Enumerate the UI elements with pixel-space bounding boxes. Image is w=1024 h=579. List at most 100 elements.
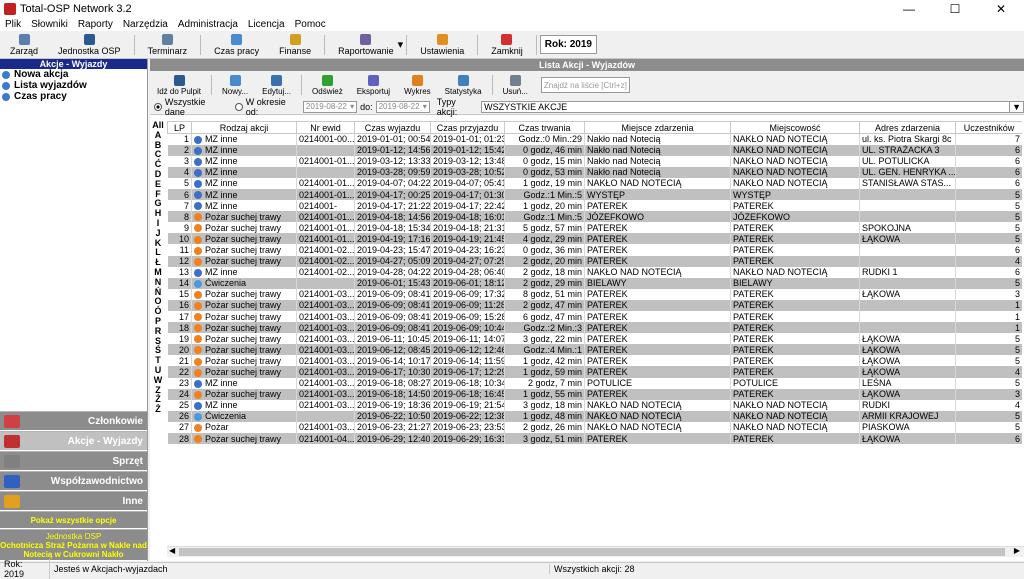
minimize-button[interactable]: — xyxy=(886,0,932,17)
cell-uczestnikow: 4 xyxy=(955,366,1022,378)
list-nowy-button[interactable]: Nowy... xyxy=(215,72,255,98)
column-header-nr-ewid[interactable]: Nr ewid xyxy=(296,121,355,134)
search-input[interactable]: Znajdź na liście [Ctrl+z] xyxy=(540,77,630,93)
table-row[interactable]: 20 Pożar suchej trawy 0214001-03... 2019-06… xyxy=(167,344,1022,356)
cell-miejsce-zdarzenia: PATEREK xyxy=(584,322,731,334)
toolbar-terminarz-button[interactable]: Terminarz xyxy=(138,32,198,58)
list-idz-do-pulpit-icon xyxy=(173,74,185,86)
cell-miejsce-zdarzenia: NAKŁO NAD NOTECIĄ xyxy=(584,177,731,189)
toolbar-finanse-button[interactable]: Finanse xyxy=(269,32,321,58)
toolbar-label: Finanse xyxy=(279,45,312,56)
table-row[interactable]: 25 MZ inne 0214001-03... 2019-06-19; 18:36 2… xyxy=(167,399,1022,411)
toolbar-zarzad-button[interactable]: Zarząd xyxy=(0,32,48,58)
left-item-nowa-akcja[interactable]: Nowa akcja xyxy=(0,69,147,80)
table-row[interactable]: 9 Pożar suchej trawy 0214001-01... 2019-04-… xyxy=(167,222,1022,234)
cell-miejscowosc: PATEREK xyxy=(730,299,860,311)
cell-lp: 17 xyxy=(167,311,192,323)
cell-czas-wyjazdu: 2019-06-17; 10:30 xyxy=(354,366,431,378)
all-data-radio[interactable] xyxy=(154,102,162,111)
table-row[interactable]: 26 Ćwiczenia 2019-06-22; 10:50 2019-06-22; … xyxy=(167,410,1022,422)
cell-adres-zdarzenia: ŁĄKOWA xyxy=(859,366,956,378)
column-header-miejsce-zdarzenia[interactable]: Miejsce zdarzenia xyxy=(584,121,731,134)
scroll-left-icon[interactable]: ◀ xyxy=(169,546,175,555)
list-usun-button[interactable]: Usuń... xyxy=(496,72,535,98)
table-row[interactable]: 18 Pożar suchej trawy 0214001-03... 2019-06… xyxy=(167,322,1022,334)
date-from-input[interactable]: 2019-08-22 ▾ xyxy=(302,100,358,113)
show-all-options-link[interactable]: Pokaż wszystkie opcje xyxy=(0,511,147,528)
column-header-uczestnikow[interactable]: Uczestników xyxy=(955,121,1022,134)
column-header-adres-zdarzenia[interactable]: Adres zdarzenia xyxy=(859,121,956,134)
column-header-czas-trwania[interactable]: Czas trwania xyxy=(504,121,585,134)
column-header-lp[interactable]: LP xyxy=(167,121,192,134)
list-idz-do-pulpit-button[interactable]: Idź do Pulpit xyxy=(150,72,208,98)
column-header-rodzaj-akcji[interactable]: Rodzaj akcji xyxy=(191,121,297,134)
list-edytuj-button[interactable]: Edytuj... xyxy=(255,72,298,98)
table-row[interactable]: 17 Pożar suchej trawy 0214001-03... 2019-06… xyxy=(167,311,1022,323)
table-row[interactable]: 13 MZ inne 0214001-02... 2019-04-28; 04:22 2… xyxy=(167,266,1022,278)
close-button[interactable]: ✕ xyxy=(978,0,1024,17)
toolbar-czas-pracy-button[interactable]: Czas pracy xyxy=(204,32,269,58)
table-row[interactable]: 4 MZ inne 2019-03-28; 09:59 2019-03-28; 10:… xyxy=(167,166,1022,178)
cell-czas-przyjazdu: 2019-04-07; 05:41 xyxy=(430,177,505,189)
horizontal-scrollbar[interactable]: ◀ ▶ xyxy=(167,546,1024,557)
nav-wspolzawodnictwo[interactable]: Współzawodnictwo xyxy=(0,471,147,490)
cell-adres-zdarzenia xyxy=(859,311,956,323)
nav-czlonkowie[interactable]: Członkowie xyxy=(0,411,147,430)
cell-rodzaj-akcji: MZ inne xyxy=(191,166,297,178)
action-type-label: Pożar suchej trawy xyxy=(205,344,282,355)
list-statystyka-button[interactable]: Statystyka xyxy=(438,72,489,98)
action-type-select[interactable]: WSZYSTKIE AKCJE ▼ xyxy=(481,100,1024,113)
table-row[interactable]: 12 Pożar suchej trawy 0214001-02... 2019-04… xyxy=(167,255,1022,267)
table-row[interactable]: 6 MZ inne 0214001-01... 2019-04-17; 00:25 20… xyxy=(167,188,1022,201)
alpha-z-29[interactable]: Ż xyxy=(150,404,166,415)
menu-raporty[interactable]: Raporty xyxy=(73,19,118,30)
menu-administracja[interactable]: Administracja xyxy=(173,19,243,30)
maximize-button[interactable]: ☐ xyxy=(932,0,978,17)
table-row[interactable]: 10 Pożar suchej trawy 0214001-01... 2019-04… xyxy=(167,233,1022,245)
nav-akcje-wyjazdy[interactable]: Akcje - Wyjazdy xyxy=(0,431,147,450)
list-eksportuj-button[interactable]: Eksportuj xyxy=(350,72,397,98)
column-header-czas-wyjazdu[interactable]: Czas wyjazdu xyxy=(354,121,431,134)
table-row[interactable]: 3 MZ inne 0214001-01... 2019-03-12; 13:33 20… xyxy=(167,155,1022,167)
table-row[interactable]: 2 MZ inne 2019-01-12; 14:56 2019-01-12; 15:… xyxy=(167,144,1022,156)
table-row[interactable]: 22 Pożar suchej trawy 0214001-03... 2019-06… xyxy=(167,366,1022,378)
table-row[interactable]: 27 Pożar 0214001-03... 2019-06-23; 21:27 201… xyxy=(167,421,1022,434)
date-to-input[interactable]: 2019-08-22 ▾ xyxy=(375,100,430,113)
list-odswiez-button[interactable]: Odśwież xyxy=(305,72,350,98)
table-row[interactable]: 16 Pożar suchej trawy 0214001-03... 2019-06… xyxy=(167,299,1022,311)
table-row[interactable]: 11 Pożar suchej trawy 0214001-02... 2019-04… xyxy=(167,244,1022,256)
left-item-czas-pracy[interactable]: Czas pracy xyxy=(0,91,147,102)
toolbar-separator xyxy=(133,34,135,55)
column-header-czas-przyjazdu[interactable]: Czas przyjazdu xyxy=(430,121,505,134)
menu-licencja[interactable]: Licencja xyxy=(243,19,290,30)
table-row[interactable]: 8 Pożar suchej trawy 0214001-01... 2019-04-… xyxy=(167,211,1022,223)
left-item-lista-wyjazdow[interactable]: Lista wyjazdów xyxy=(0,80,147,91)
menu-slowniki[interactable]: Słowniki xyxy=(26,19,73,30)
toolbar-zamknij-button[interactable]: Zamknij xyxy=(481,32,533,58)
scroll-thumb[interactable] xyxy=(179,548,1005,556)
period-radio[interactable] xyxy=(234,102,243,111)
list-wykres-button[interactable]: Wykres xyxy=(397,72,438,98)
nav-sprzet[interactable]: Sprzęt xyxy=(0,451,147,470)
table-row[interactable]: 1 MZ inne 0214001-00... 2019-01-01; 00:54 20… xyxy=(167,133,1022,145)
table-row[interactable]: 21 Pożar suchej trawy 0214001-03... 2019-06… xyxy=(167,355,1022,367)
table-row[interactable]: 19 Pożar suchej trawy 0214001-03... 2019-06… xyxy=(167,333,1022,345)
column-header-miejscowosc[interactable]: Miejscowość xyxy=(730,121,860,134)
table-row[interactable]: 5 MZ inne 0214001-01... 2019-04-07; 04:22 20… xyxy=(167,177,1022,189)
menu-narzedzia[interactable]: Narzędzia xyxy=(118,19,173,30)
table-row[interactable]: 14 Ćwiczenia 2019-06-01; 15:43 2019-06-01; … xyxy=(167,277,1022,289)
toolbar-raportowanie-button[interactable]: Raportowanie xyxy=(328,32,404,58)
nav-inne[interactable]: Inne xyxy=(0,491,147,510)
table-row[interactable]: 23 MZ inne 0214001-03... 2019-06-18; 08:27 2… xyxy=(167,377,1022,389)
toolbar-jednostka-osp-button[interactable]: Jednostka OSP xyxy=(48,32,131,58)
scroll-right-icon[interactable]: ▶ xyxy=(1014,546,1020,555)
table-row[interactable]: 24 Pożar suchej trawy 0214001-03... 2019-06… xyxy=(167,388,1022,400)
action-type-label: Pożar suchej trawy xyxy=(205,433,282,444)
table-row[interactable]: 7 MZ inne 0214001- 2019-04-17; 21:22 2019-04… xyxy=(167,200,1022,212)
menu-pomoc[interactable]: Pomoc xyxy=(290,19,331,30)
action-type-icon xyxy=(194,279,202,288)
table-row[interactable]: 28 Pożar suchej trawy 0214001-04... 2019-06… xyxy=(167,433,1022,445)
toolbar-ustawienia-button[interactable]: Ustawienia xyxy=(410,32,474,58)
menu-plik[interactable]: Plik xyxy=(0,19,26,30)
table-row[interactable]: 15 Pożar suchej trawy 0214001-03... 2019-06… xyxy=(167,288,1022,300)
